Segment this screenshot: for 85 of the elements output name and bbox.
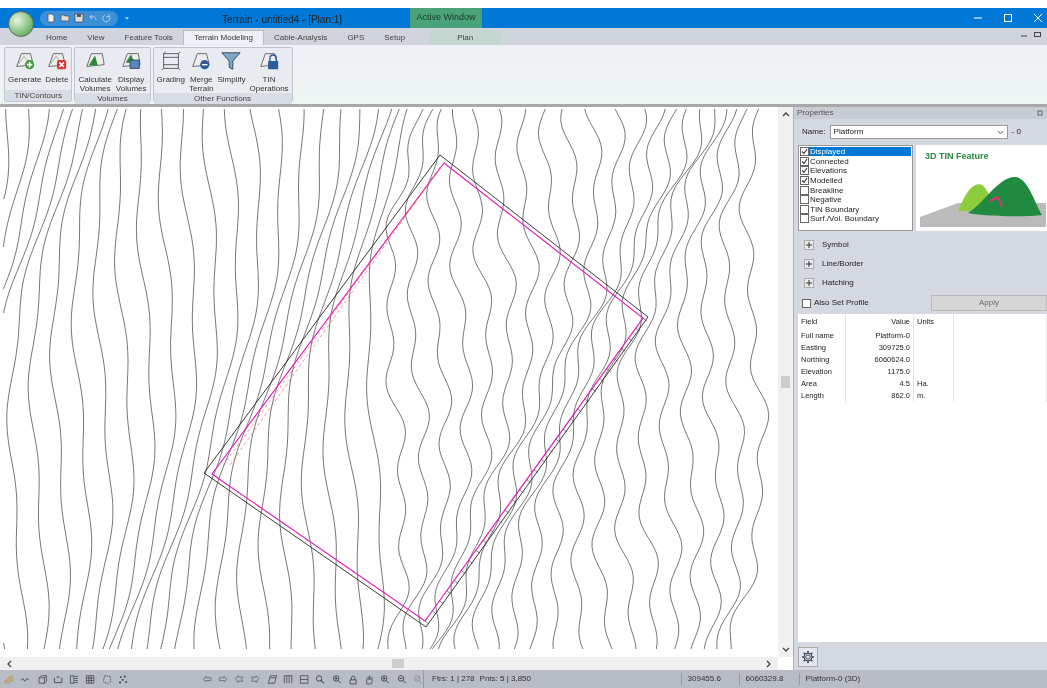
undo-icon[interactable] xyxy=(88,13,98,23)
settings-icon xyxy=(801,650,815,664)
scroll-right-icon[interactable] xyxy=(766,659,772,668)
scroll-thumb[interactable] xyxy=(392,659,404,668)
folder-icon[interactable] xyxy=(60,13,70,23)
ribbon-tab[interactable]: GPS xyxy=(337,30,375,45)
preview-title: 3D TIN Feature xyxy=(925,150,989,163)
list-item[interactable]: TIN Boundary xyxy=(809,204,911,214)
checkbox-label: Also Set Profile xyxy=(814,297,870,309)
scroll-thumb[interactable] xyxy=(781,376,790,388)
name-suffix: - 0 xyxy=(1011,126,1021,138)
context-group-label: Active Window xyxy=(410,8,482,28)
ribbon-button[interactable]: Merge Terrain xyxy=(189,50,214,93)
horizontal-scrollbar[interactable] xyxy=(0,657,778,670)
vertical-scrollbar[interactable] xyxy=(778,107,793,657)
ribbon-tab[interactable]: Terrain Modeling xyxy=(182,30,264,45)
scroll-down-icon[interactable] xyxy=(781,647,790,653)
chevron-down-icon[interactable] xyxy=(996,129,1004,135)
ribbon-button[interactable]: Grading xyxy=(156,50,185,93)
ribbon-tab[interactable]: View xyxy=(77,30,115,45)
grid-square-icon xyxy=(159,50,182,72)
pin-icon[interactable] xyxy=(1037,110,1043,116)
section-label: Symbol xyxy=(822,238,849,251)
redo-icon[interactable] xyxy=(102,13,112,23)
ribbon-tab[interactable]: Home xyxy=(36,30,78,45)
northing-readout: 6060329.8 xyxy=(738,673,799,685)
name-dropdown[interactable]: Platform xyxy=(829,125,1008,139)
list-item[interactable]: Elevations xyxy=(809,166,911,176)
section-label: Line/Border xyxy=(822,257,864,270)
ribbon-tab[interactable]: Plan xyxy=(429,30,502,45)
checkbox[interactable] xyxy=(800,156,809,166)
easting-readout: 309455.6 xyxy=(680,673,739,685)
maximize-icon[interactable] xyxy=(1003,13,1013,23)
ribbon-group-label: TIN/Contours xyxy=(5,90,72,101)
expand-button[interactable] xyxy=(804,258,814,269)
terrain-add-icon xyxy=(13,50,36,72)
scroll-left-icon[interactable] xyxy=(6,659,12,668)
ribbon-button[interactable]: Generate xyxy=(8,50,42,90)
ribbon-group-label: Volumes xyxy=(75,93,150,104)
checkbox[interactable] xyxy=(800,195,809,205)
terrain-delete-icon xyxy=(45,50,68,72)
dropdown-icon[interactable] xyxy=(124,15,130,21)
app-logo-icon[interactable] xyxy=(8,11,34,37)
ribbon-button[interactable]: Delete xyxy=(45,50,69,90)
scroll-up-icon[interactable] xyxy=(781,111,790,117)
ribbon-button[interactable]: Simplify xyxy=(217,50,246,93)
ribbon-button[interactable]: Calculate Volumes xyxy=(78,50,112,93)
ribbon-tab[interactable]: Setup xyxy=(374,30,416,45)
feature-count: Ftrs: 1 | 278 xyxy=(431,673,475,685)
point-count: Pnts: 5 | 3,850 xyxy=(478,673,532,685)
list-item[interactable]: Connected xyxy=(809,156,911,166)
ribbon-tab[interactable]: Cable-Analysis xyxy=(264,30,338,45)
feature-readout: Platform-0 (3D) xyxy=(798,673,861,685)
list-item[interactable]: Displayed xyxy=(809,147,911,157)
save-icon[interactable] xyxy=(74,13,84,23)
panel-title: Properties xyxy=(797,107,834,119)
checkbox[interactable] xyxy=(800,147,809,157)
ribbon-tab[interactable]: Feature Tools xyxy=(114,30,183,45)
checkbox[interactable] xyxy=(800,176,809,186)
name-label: Name: xyxy=(802,126,826,138)
section-label: Hatching xyxy=(822,276,854,289)
terrain-lock-icon xyxy=(258,50,281,72)
checkbox[interactable] xyxy=(800,185,809,195)
list-item[interactable]: Negative xyxy=(809,195,911,205)
funnel-icon xyxy=(220,50,243,72)
ribbon-button[interactable]: TIN Operations xyxy=(249,50,289,93)
list-item[interactable]: Modelled xyxy=(809,176,911,186)
flags-list[interactable]: Displayed Connected Elevations Modelled Breakline Negative TIN Boundary Surf./Vol. Boundary xyxy=(798,145,913,231)
expand-button[interactable] xyxy=(804,239,814,250)
window-title: Terrain - untitled4 - [Plan:1] xyxy=(222,13,343,27)
restore-icon[interactable] xyxy=(1034,31,1041,37)
terrain-display-icon xyxy=(120,50,143,72)
checkbox[interactable] xyxy=(800,204,809,214)
expand-button[interactable] xyxy=(804,277,814,288)
list-item[interactable]: Surf./Vol. Boundary xyxy=(809,214,911,224)
also-set-profile-checkbox[interactable] xyxy=(802,298,811,308)
list-item[interactable]: Breakline xyxy=(809,185,911,195)
new-file-icon[interactable] xyxy=(46,13,56,23)
checkbox[interactable] xyxy=(800,214,809,224)
ribbon-group-label: Other Functions xyxy=(153,93,292,104)
settings-button[interactable] xyxy=(798,647,818,667)
terrain-merge-icon xyxy=(190,50,213,72)
checkbox[interactable] xyxy=(800,166,809,176)
ribbon-button[interactable]: Display Volumes xyxy=(115,50,147,93)
close-icon[interactable] xyxy=(1033,13,1043,23)
